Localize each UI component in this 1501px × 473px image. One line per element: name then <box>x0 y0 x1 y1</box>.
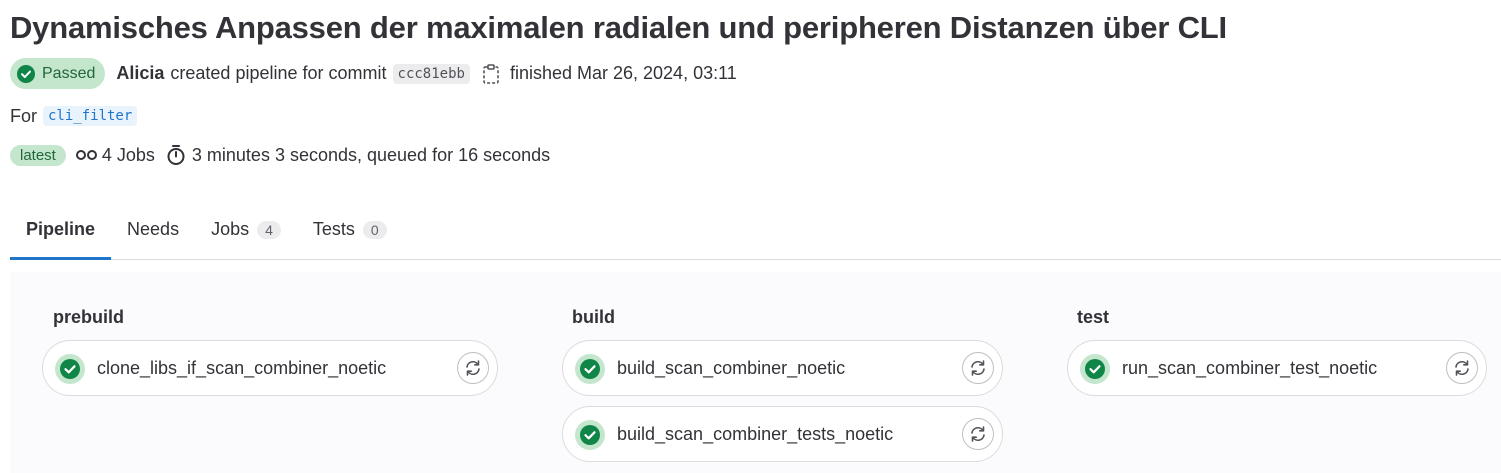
retry-icon <box>466 360 480 376</box>
tab-tests[interactable]: Tests 0 <box>297 200 403 259</box>
job-name: clone_libs_if_scan_combiner_noetic <box>97 357 387 378</box>
pipeline-graph: prebuild clone_libs_if_scan_combiner_noe… <box>10 272 1501 473</box>
status-success-icon <box>1080 354 1110 384</box>
status-success-icon <box>17 64 35 83</box>
tab-label: Jobs <box>211 219 250 239</box>
branch-link[interactable]: cli_filter <box>43 106 138 126</box>
retry-icon <box>971 360 985 376</box>
pipeline-info: latest 4 Jobs 3 minutes 3 seconds, queue… <box>10 143 550 167</box>
retry-button[interactable] <box>457 352 489 384</box>
pipeline-meta: Passed Alicia created pipeline for commi… <box>10 58 737 89</box>
job-item[interactable]: build_scan_combiner_noetic <box>562 340 1003 396</box>
job-item[interactable]: run_scan_combiner_test_noetic <box>1067 340 1487 396</box>
finished-time: finished Mar 26, 2024, 03:11 <box>509 63 737 83</box>
tab-pipeline[interactable]: Pipeline <box>10 200 112 260</box>
status-success-icon <box>575 420 605 450</box>
stage-title: build <box>572 307 615 327</box>
copy-to-clipboard-icon[interactable] <box>482 63 500 84</box>
job-name: run_scan_combiner_test_noetic <box>1122 357 1378 378</box>
retry-button[interactable] <box>962 418 994 450</box>
job-name: build_scan_combiner_tests_noetic <box>617 423 894 444</box>
duration: 3 minutes 3 seconds, queued for 16 secon… <box>191 144 551 165</box>
job-name: build_scan_combiner_noetic <box>617 357 846 378</box>
action-text: created pipeline for commit <box>170 63 387 83</box>
job-item[interactable]: clone_libs_if_scan_combiner_noetic <box>42 340 498 396</box>
pipeline-tabs: Pipeline Needs Jobs 4 Tests 0 <box>10 200 1501 260</box>
retry-button[interactable] <box>1446 352 1478 384</box>
pipeline-icon <box>75 150 97 160</box>
jobs-count: 4 Jobs <box>101 144 155 165</box>
status-success-icon <box>575 354 605 384</box>
job-item[interactable]: build_scan_combiner_tests_noetic <box>562 406 1003 462</box>
retry-button[interactable] <box>962 352 994 384</box>
commit-sha[interactable]: ccc81ebb <box>392 63 470 84</box>
status-success-icon <box>55 354 85 384</box>
status-label: Passed <box>42 64 96 82</box>
ref-prefix: For <box>10 105 37 126</box>
ref-line: For cli_filter <box>10 104 138 128</box>
latest-badge: latest <box>10 144 66 166</box>
stage-title: test <box>1077 307 1110 327</box>
tab-jobs[interactable]: Jobs 4 <box>195 200 297 259</box>
page-title: Dynamisches Anpassen der maximalen radia… <box>10 10 1227 45</box>
tab-label: Needs <box>127 219 180 239</box>
author-link[interactable]: Alicia <box>116 63 164 84</box>
tab-needs[interactable]: Needs <box>111 200 195 259</box>
tab-count-badge: 4 <box>257 220 281 239</box>
tab-label: Pipeline <box>26 219 96 239</box>
status-badge[interactable]: Passed <box>10 58 106 89</box>
retry-icon <box>971 426 985 442</box>
tab-count-badge: 0 <box>362 220 387 239</box>
timer-icon <box>167 145 185 165</box>
retry-icon <box>1455 360 1469 376</box>
stage-title: prebuild <box>53 307 124 327</box>
tab-label: Tests <box>312 219 355 239</box>
